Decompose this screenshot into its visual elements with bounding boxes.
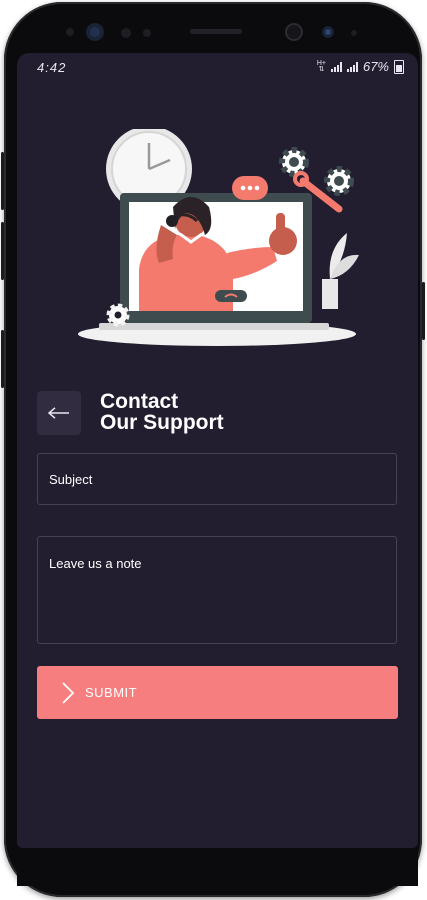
support-illustration [78,129,359,346]
page-header: Contact Our Support [37,391,397,441]
status-bar: 4:42 H+ ⇅ 67% [17,53,418,83]
data-arrows-icon: H+ ⇅ [316,59,326,73]
power-button [422,282,425,340]
subject-placeholder: Subject [49,471,93,487]
page-title-line2: Our Support [100,411,224,434]
note-placeholder: Leave us a note [49,556,142,571]
page-title: Contact Our Support [100,391,224,433]
submit-button[interactable]: SUBMIT [37,666,398,719]
chevron-right-icon [61,681,75,704]
navigation-bar [17,848,418,886]
note-textarea[interactable]: Leave us a note [37,536,397,644]
signal-icon [330,61,342,72]
battery-level: 67% [362,59,389,74]
battery-icon [394,59,404,74]
arrow-left-icon [48,407,69,419]
phone-frame: 4:42 H+ ⇅ 67% Contact Our Support Subjec… [1,2,425,897]
app-screen: 4:42 H+ ⇅ 67% Contact Our Support Subjec… [17,53,418,848]
volume-button-2 [1,222,4,280]
volume-button [1,152,4,210]
submit-label: SUBMIT [85,685,138,700]
phone-sensors [66,23,357,41]
status-indicators: H+ ⇅ 67% [317,59,404,74]
status-time: 4:42 [37,60,67,75]
bixby-button [1,330,4,388]
back-button[interactable] [37,391,81,435]
signal-icon-2 [346,61,358,72]
subject-input[interactable]: Subject [37,453,397,505]
page-title-line1: Contact [100,390,179,413]
